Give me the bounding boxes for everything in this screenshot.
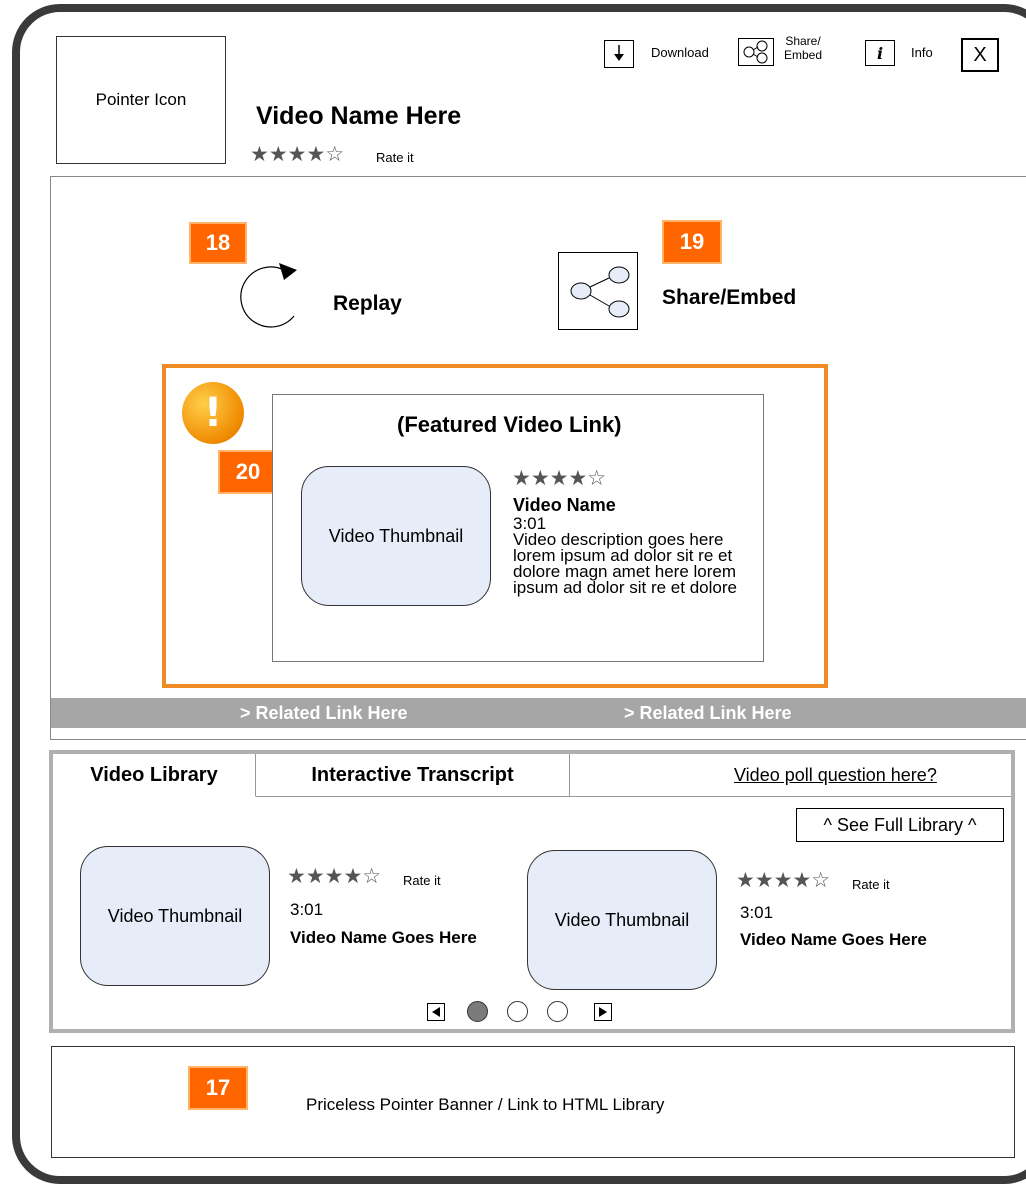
annotation-badge-replay: 18 (189, 222, 247, 264)
featured-rating-stars[interactable]: ★★★★☆ (512, 466, 606, 491)
info-button[interactable]: i (865, 40, 895, 66)
triangle-right-icon (599, 1007, 607, 1017)
library-item-duration: 3:01 (290, 900, 324, 919)
triangle-left-icon (432, 1007, 440, 1017)
video-title: Video Name Here (256, 102, 462, 130)
library-item-duration: 3:01 (740, 903, 774, 922)
video-poll-link[interactable]: Video poll question here? (734, 765, 937, 786)
download-icon (614, 45, 624, 61)
library-item-thumbnail[interactable]: Video Thumbnail (527, 850, 717, 990)
header-rating-stars[interactable]: ★★★★☆ (250, 142, 344, 167)
related-link-1[interactable]: > Related Link Here (240, 703, 408, 724)
library-item-name[interactable]: Video Name Goes Here (740, 931, 940, 948)
library-thumbnail-label: Video Thumbnail (554, 909, 690, 930)
pager-dot-2[interactable] (507, 1001, 528, 1022)
pointer-icon-label: Pointer Icon (95, 90, 187, 109)
share-embed-label[interactable]: Share/Embed (662, 286, 796, 310)
info-label[interactable]: Info (911, 45, 933, 60)
tab-interactive-transcript[interactable]: Interactive Transcript (256, 754, 570, 797)
featured-thumbnail-label: Video Thumbnail (328, 525, 464, 546)
annotation-badge-banner: 17 (188, 1066, 248, 1110)
download-button[interactable] (604, 40, 634, 68)
replay-icon[interactable] (232, 260, 302, 332)
tab-video-library-label: Video Library (90, 763, 218, 786)
featured-video-thumbnail[interactable]: Video Thumbnail (301, 466, 491, 606)
alert-glyph: ! (203, 390, 223, 436)
download-label[interactable]: Download (651, 45, 709, 60)
library-item-thumbnail[interactable]: Video Thumbnail (80, 846, 270, 986)
library-item-name[interactable]: Video Name Goes Here (290, 929, 490, 946)
replay-label[interactable]: Replay (333, 292, 402, 316)
featured-video-description: Video description goes here lorem ipsum … (513, 530, 737, 597)
pager-dot-3[interactable] (547, 1001, 568, 1022)
library-item-rate-link[interactable]: Rate it (403, 873, 441, 888)
library-item-rate-link[interactable]: Rate it (852, 877, 890, 892)
see-full-library-button[interactable]: ^ See Full Library ^ (796, 808, 1004, 842)
info-icon: i (876, 43, 884, 63)
share-icon (743, 40, 768, 64)
featured-video-title[interactable]: (Featured Video Link) (397, 412, 622, 438)
share-icon (570, 266, 630, 318)
alert-icon: ! (182, 382, 244, 444)
close-button[interactable]: X (961, 38, 999, 72)
annotation-badge-share: 19 (662, 220, 722, 264)
pointer-banner-text[interactable]: Priceless Pointer Banner / Link to HTML … (306, 1095, 664, 1115)
library-thumbnail-label: Video Thumbnail (107, 905, 243, 926)
related-links-bar (51, 698, 1026, 728)
header-rate-link[interactable]: Rate it (376, 150, 414, 165)
tab-interactive-transcript-label: Interactive Transcript (311, 763, 514, 786)
featured-video-name[interactable]: Video Name (513, 495, 616, 516)
share-embed-toolbar-label[interactable]: Share/ Embed (784, 34, 822, 62)
pager-dot-1[interactable] (467, 1001, 488, 1022)
library-item-rating-stars[interactable]: ★★★★☆ (736, 868, 830, 893)
pager-next-button[interactable] (594, 1003, 612, 1021)
related-link-2[interactable]: > Related Link Here (624, 703, 792, 724)
tab-video-library[interactable]: Video Library (53, 754, 256, 797)
pager-prev-button[interactable] (427, 1003, 445, 1021)
share-embed-button[interactable] (558, 252, 638, 330)
annotation-badge-featured: 20 (218, 450, 278, 494)
share-embed-toolbar-button[interactable] (738, 38, 774, 66)
pointer-icon-placeholder: Pointer Icon (56, 36, 226, 164)
library-item-rating-stars[interactable]: ★★★★☆ (287, 864, 381, 889)
